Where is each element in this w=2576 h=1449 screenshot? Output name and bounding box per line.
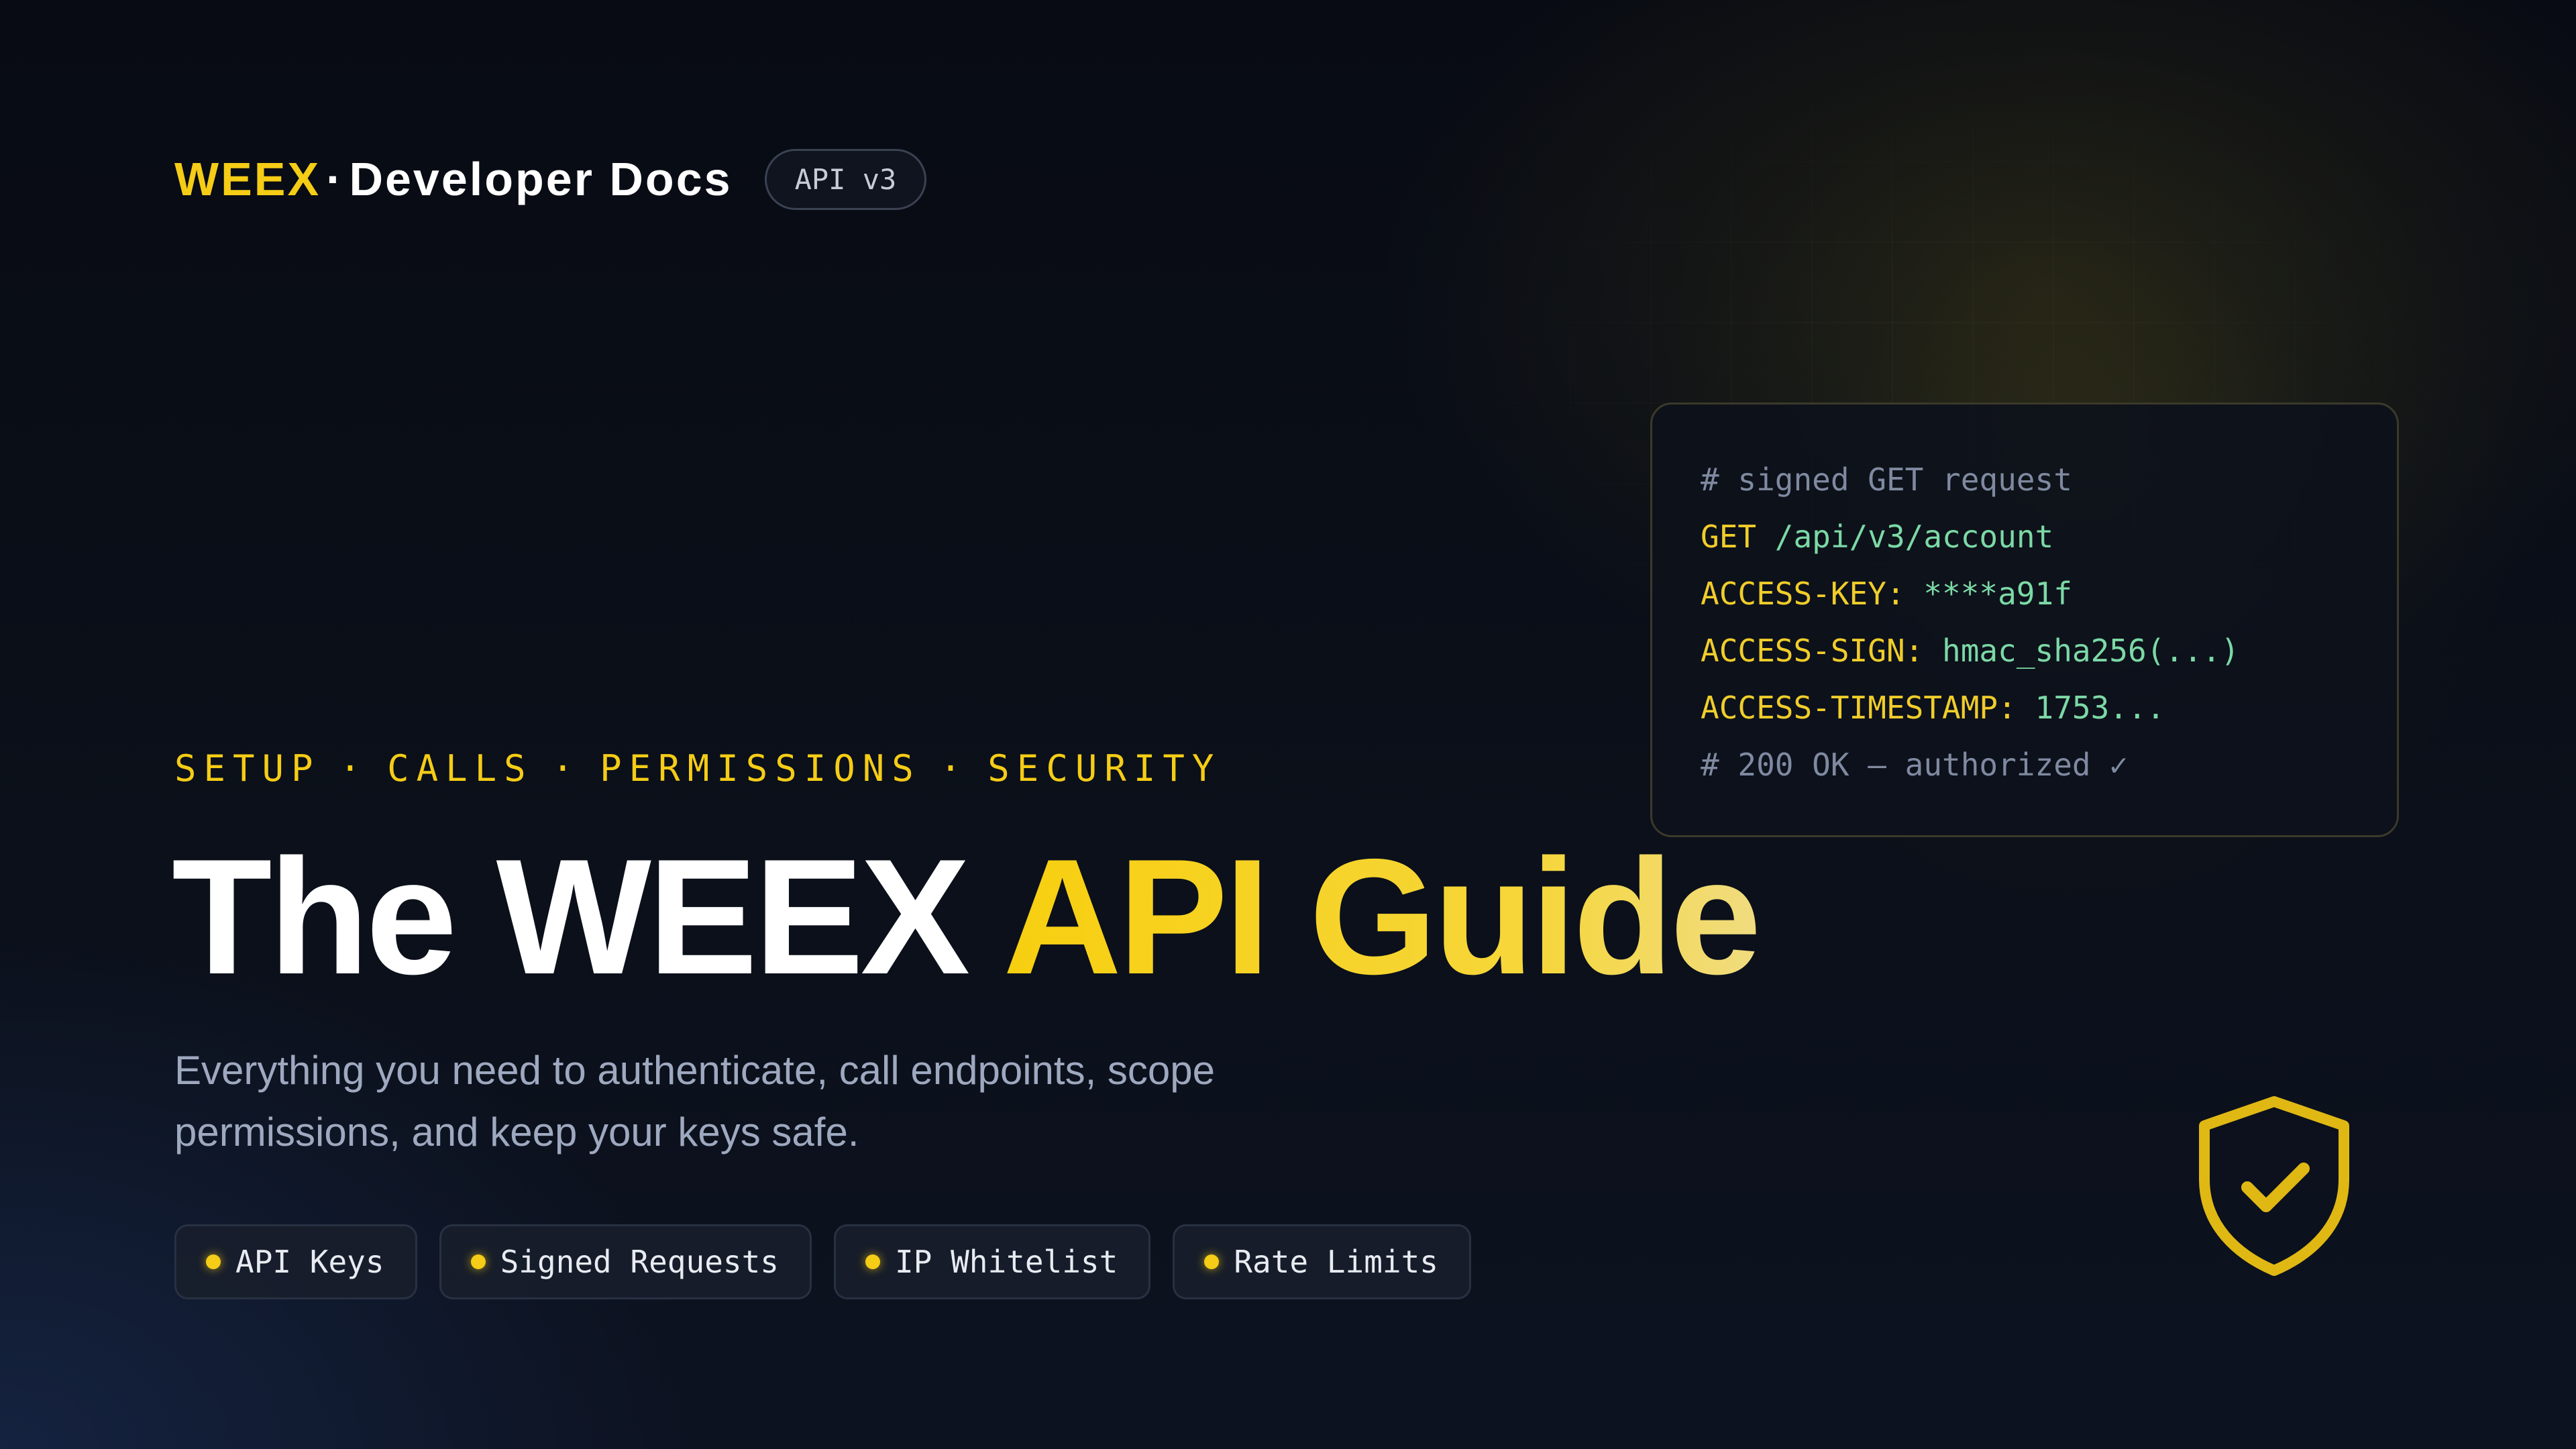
code-line: # 200 OK — authorized ✓ <box>1701 737 2397 794</box>
bullet-dot-icon <box>206 1254 221 1269</box>
shield-check-icon <box>2199 1096 2349 1276</box>
bullet-dot-icon <box>1204 1254 1220 1269</box>
title-primary: The WEEX <box>172 824 1004 1008</box>
chip-ip-whitelist[interactable]: IP Whitelist <box>833 1224 1151 1299</box>
page-subtitle: Everything you need to authenticate, cal… <box>174 1048 1216 1155</box>
code-line: ACCESS-TIMESTAMP: 1753... <box>1701 680 2397 737</box>
tagline-item-permissions: PERMISSIONS <box>600 747 921 790</box>
code-line: GET /api/v3/account <box>1701 508 2397 566</box>
code-key: GET <box>1701 519 1757 555</box>
tagline-item-calls: CALLS <box>387 747 533 790</box>
code-value: 1753... <box>2016 690 2165 726</box>
bullet-dot-icon <box>865 1254 880 1269</box>
code-key: ACCESS-SIGN: <box>1701 633 1924 669</box>
brand-logo[interactable]: WEEX · Developer Docs <box>174 152 733 206</box>
tagline-separator: · <box>551 747 582 790</box>
code-comment: # signed GET request <box>1701 462 2072 498</box>
code-value: /api/v3/account <box>1756 519 2054 555</box>
header: WEEX · Developer Docs API v3 <box>174 148 927 210</box>
code-key: ACCESS-KEY: <box>1701 576 1905 612</box>
code-line: ACCESS-SIGN: hmac_sha256(...) <box>1701 623 2397 680</box>
chip-rate-limits[interactable]: Rate Limits <box>1173 1224 1471 1299</box>
chip-api-keys[interactable]: API Keys <box>174 1224 417 1299</box>
title-highlight: API Guide <box>1003 824 1762 1008</box>
brand-name: WEEX <box>174 153 321 205</box>
chip-label: Signed Requests <box>500 1244 779 1280</box>
code-value: hmac_sha256(...) <box>1923 633 2240 669</box>
tagline-item-setup: SETUP <box>174 747 321 790</box>
chip-label: API Keys <box>235 1244 384 1280</box>
topic-chips: API Keys Signed Requests IP Whitelist Ra… <box>174 1224 1471 1299</box>
code-comment: # 200 OK — authorized ✓ <box>1701 747 2128 783</box>
chip-label: IP Whitelist <box>894 1244 1118 1280</box>
brand-separator: · <box>326 153 344 205</box>
version-badge: API v3 <box>764 148 927 210</box>
page-title: The WEEX API Guide <box>172 824 1762 1008</box>
section-tagline: SETUP · CALLS · PERMISSIONS · SECURITY <box>174 747 1221 790</box>
code-sample-card: # signed GET request GET /api/v3/account… <box>1650 402 2399 837</box>
code-value: ****a91f <box>1904 576 2072 612</box>
bullet-dot-icon <box>470 1254 486 1269</box>
tagline-item-security: SECURITY <box>987 747 1222 790</box>
chip-signed-requests[interactable]: Signed Requests <box>439 1224 812 1299</box>
tagline-separator: · <box>939 747 969 790</box>
chip-label: Rate Limits <box>1234 1244 1438 1280</box>
code-line: # signed GET request <box>1701 451 2397 508</box>
code-line: ACCESS-KEY: ****a91f <box>1701 566 2397 623</box>
tagline-separator: · <box>339 747 369 790</box>
code-key: ACCESS-TIMESTAMP: <box>1701 690 2017 726</box>
brand-product: Developer Docs <box>349 153 733 205</box>
